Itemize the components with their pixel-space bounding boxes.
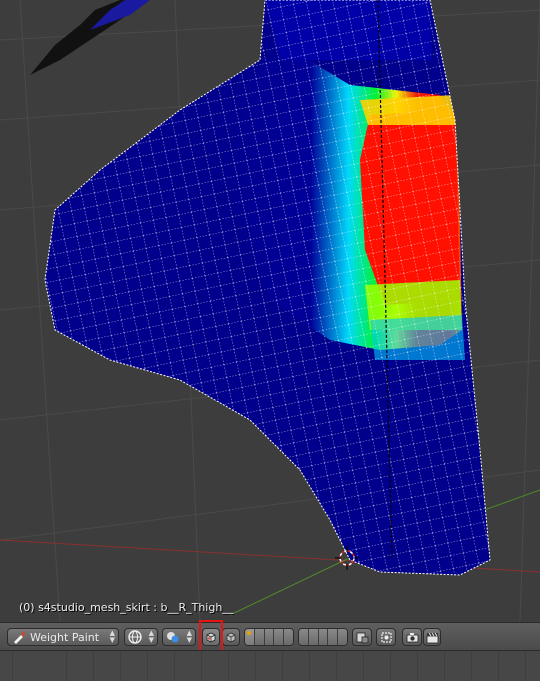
globe-icon xyxy=(128,630,142,644)
render-button[interactable] xyxy=(402,628,422,646)
pivot-arrows-icon: ▲ ▼ xyxy=(186,629,192,644)
timeline-area[interactable] xyxy=(0,650,540,681)
vertex-mask-icon xyxy=(226,632,236,643)
layers-lock-button[interactable] xyxy=(352,628,372,646)
pivot-point-selector[interactable]: ▲ ▼ xyxy=(162,628,196,646)
pivot-point-icon xyxy=(167,632,179,643)
layer-button[interactable] xyxy=(337,629,347,645)
viewport-header: Weight Paint ▲ ▼ ▲ ▼ ▲ ▼ xyxy=(0,622,540,650)
layers-group-1[interactable] xyxy=(244,628,294,646)
snap-icon xyxy=(380,631,392,643)
layer-button[interactable] xyxy=(327,629,338,645)
render-animation-button[interactable] xyxy=(423,628,441,646)
layer-button[interactable] xyxy=(299,629,308,645)
y-axis-line-neg xyxy=(229,559,346,616)
layer-button[interactable] xyxy=(307,629,318,645)
snap-button[interactable] xyxy=(376,628,396,646)
3d-viewport[interactable]: (0) s4studio_mesh_skirt : b__R_Thigh__ xyxy=(0,0,540,622)
layer-button[interactable] xyxy=(273,629,284,645)
clapperboard-icon xyxy=(426,632,438,643)
skirt-mesh xyxy=(44,0,491,576)
camera-icon xyxy=(406,632,418,642)
layer-button[interactable] xyxy=(245,629,254,645)
viewport-canvas[interactable] xyxy=(0,0,540,622)
layers-icon xyxy=(356,632,368,643)
viewport-shading-selector[interactable]: ▲ ▼ xyxy=(124,628,158,646)
shading-arrows-icon: ▲ ▼ xyxy=(148,629,154,644)
highlight-box xyxy=(199,620,223,652)
mode-selector[interactable]: Weight Paint ▲ ▼ xyxy=(7,628,119,646)
layer-button[interactable] xyxy=(283,629,293,645)
mode-arrows-icon: ▲ ▼ xyxy=(109,629,115,644)
mode-label: Weight Paint xyxy=(30,630,100,644)
weight-paint-icon xyxy=(14,631,25,644)
vertex-mask-toggle[interactable] xyxy=(222,628,240,646)
layer-button[interactable] xyxy=(317,629,328,645)
layer-button[interactable] xyxy=(253,629,264,645)
layer-button[interactable] xyxy=(263,629,274,645)
object-info-label: (0) s4studio_mesh_skirt : b__R_Thigh__ xyxy=(19,601,234,614)
layers-group-2[interactable] xyxy=(298,628,348,646)
